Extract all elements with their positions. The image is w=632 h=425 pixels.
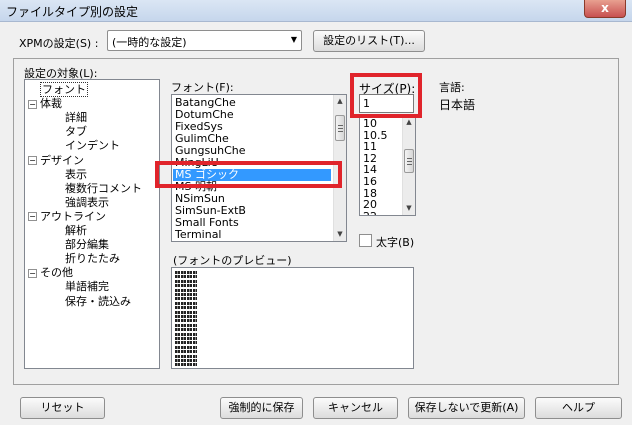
- font-list-item[interactable]: Terminal: [175, 229, 222, 241]
- tree-item-label: 強調表示: [65, 195, 109, 209]
- size-scrollbar[interactable]: ▲ ▼: [402, 116, 415, 215]
- tree-item[interactable]: 解析: [65, 224, 87, 237]
- tree-expander-icon[interactable]: −: [28, 212, 37, 222]
- preview-glyph-row: [175, 271, 197, 274]
- tree-expander-icon[interactable]: −: [28, 99, 37, 109]
- title-bar: ファイルタイプ別の設定 x: [0, 0, 632, 22]
- preview-glyph-row: [175, 350, 197, 354]
- preview-glyph-row: [175, 363, 197, 367]
- preview-glyph-row: [175, 341, 197, 345]
- preview-glyph-row: [175, 354, 197, 358]
- cancel-button[interactable]: キャンセル: [313, 397, 398, 419]
- size-scroll-thumb[interactable]: [404, 149, 414, 173]
- bold-checkbox[interactable]: [359, 234, 372, 247]
- preview-glyph-row: [175, 359, 197, 362]
- tree-item[interactable]: 単語補完: [65, 280, 109, 293]
- tree-item-label: アウトライン: [40, 209, 106, 223]
- preview-glyph-row: [175, 315, 197, 318]
- tree-expander-icon[interactable]: −: [28, 156, 37, 165]
- tree-item-label: 部分編集: [65, 238, 109, 252]
- tree-item-label: 詳細: [65, 111, 87, 125]
- tree-item-label: 複数行コメント: [65, 181, 142, 195]
- tree-item[interactable]: 詳細: [65, 111, 87, 124]
- tree-item-label: フォント: [40, 82, 88, 97]
- tree-item-label: 表示: [65, 167, 87, 181]
- preview-glyph-row: [175, 275, 197, 279]
- font-scroll-thumb[interactable]: [335, 115, 345, 141]
- tree-item-label: 単語補完: [65, 280, 109, 294]
- preview-glyph-row: [175, 279, 197, 283]
- font-list[interactable]: BatangChe DotumChe FixedSys GulimChe Gungsuh…: [171, 94, 347, 242]
- chevron-down-icon: ▼: [290, 35, 297, 44]
- tree-item[interactable]: − デザイン: [28, 154, 84, 167]
- font-preview: [171, 267, 414, 369]
- bold-label: 太字(B): [376, 236, 415, 249]
- update-without-save-button[interactable]: 保存しないで更新(A): [408, 397, 525, 419]
- tree-item[interactable]: 表示: [65, 168, 87, 181]
- size-list-item[interactable]: 22: [363, 210, 377, 215]
- language-label: 言語:: [439, 81, 465, 94]
- tree-item[interactable]: 強調表示: [65, 196, 109, 209]
- preview-glyph-row: [175, 345, 197, 349]
- help-button[interactable]: ヘルプ: [535, 397, 622, 419]
- scroll-up-icon[interactable]: ▲: [403, 116, 415, 129]
- tree-item[interactable]: 複数行コメント: [65, 182, 142, 195]
- font-label: フォント(F):: [171, 81, 234, 94]
- tree-item[interactable]: 保存・読込み: [65, 295, 131, 308]
- preview-glyph-row: [175, 297, 197, 301]
- size-input[interactable]: 1: [359, 94, 414, 113]
- close-button[interactable]: x: [584, 0, 626, 18]
- window-title: ファイルタイプ別の設定: [6, 5, 139, 19]
- preview-glyph-row: [175, 332, 197, 336]
- tree-expander-icon[interactable]: −: [28, 268, 37, 278]
- preview-glyph-row: [175, 288, 197, 292]
- close-icon: x: [601, 1, 609, 15]
- force-save-button[interactable]: 強制的に保存: [220, 397, 303, 419]
- xpm-select-value: (一時的な設定): [112, 36, 187, 49]
- language-value: 日本語: [439, 98, 476, 112]
- tree-item-label: その他: [40, 266, 73, 280]
- tree-item[interactable]: − 体裁: [28, 97, 62, 110]
- settings-list-button[interactable]: 設定のリスト(T)...: [313, 30, 425, 52]
- font-scrollbar[interactable]: ▲ ▼: [333, 95, 346, 241]
- preview-glyph-row: [175, 328, 197, 332]
- scroll-down-icon[interactable]: ▼: [403, 202, 415, 215]
- size-list[interactable]: 1010.511121416182022 ▲ ▼: [359, 115, 416, 216]
- tree-item[interactable]: − その他: [28, 266, 73, 279]
- preview-label: (フォントのプレビュー): [173, 254, 292, 267]
- tree-item-label: 体裁: [40, 97, 62, 111]
- preview-glyph-row: [175, 301, 197, 305]
- tree-item-label: タブ: [65, 125, 87, 139]
- tree-item[interactable]: インデント: [65, 139, 120, 152]
- tree-item-label: 保存・読込み: [65, 294, 131, 308]
- preview-glyph-row: [175, 284, 197, 288]
- preview-glyph-row: [175, 323, 197, 327]
- tree-item[interactable]: 部分編集: [65, 238, 109, 251]
- preview-glyph-row: [175, 293, 197, 296]
- tree-item[interactable]: 折りたたみ: [65, 252, 120, 265]
- reset-button[interactable]: リセット: [20, 397, 105, 419]
- preview-glyph-row: [175, 337, 197, 340]
- tree-expander-icon[interactable]: [28, 86, 37, 95]
- tree-item-label: インデント: [65, 139, 120, 153]
- size-input-value: 1: [363, 97, 370, 110]
- tree-item-label: デザイン: [40, 153, 84, 167]
- scroll-up-icon[interactable]: ▲: [334, 95, 346, 108]
- tree-item[interactable]: − アウトライン: [28, 210, 106, 223]
- target-tree[interactable]: フォント − 体裁 詳細 タブ インデント − デザイン 表示 複数行コメント 強調表示 − アウトライ…: [24, 79, 160, 369]
- tree-item[interactable]: フォント: [28, 82, 88, 97]
- tree-item-label: 折りたたみ: [65, 252, 120, 266]
- scroll-down-icon[interactable]: ▼: [334, 228, 346, 241]
- tree-item-label: 解析: [65, 224, 87, 237]
- xpm-label: XPMの設定(S) :: [19, 37, 99, 50]
- preview-glyph-row: [175, 310, 197, 314]
- preview-glyph-row: [175, 306, 197, 310]
- tree-item[interactable]: タブ: [65, 125, 87, 138]
- xpm-select[interactable]: (一時的な設定) ▼: [107, 30, 302, 51]
- preview-glyph-row: [175, 319, 197, 323]
